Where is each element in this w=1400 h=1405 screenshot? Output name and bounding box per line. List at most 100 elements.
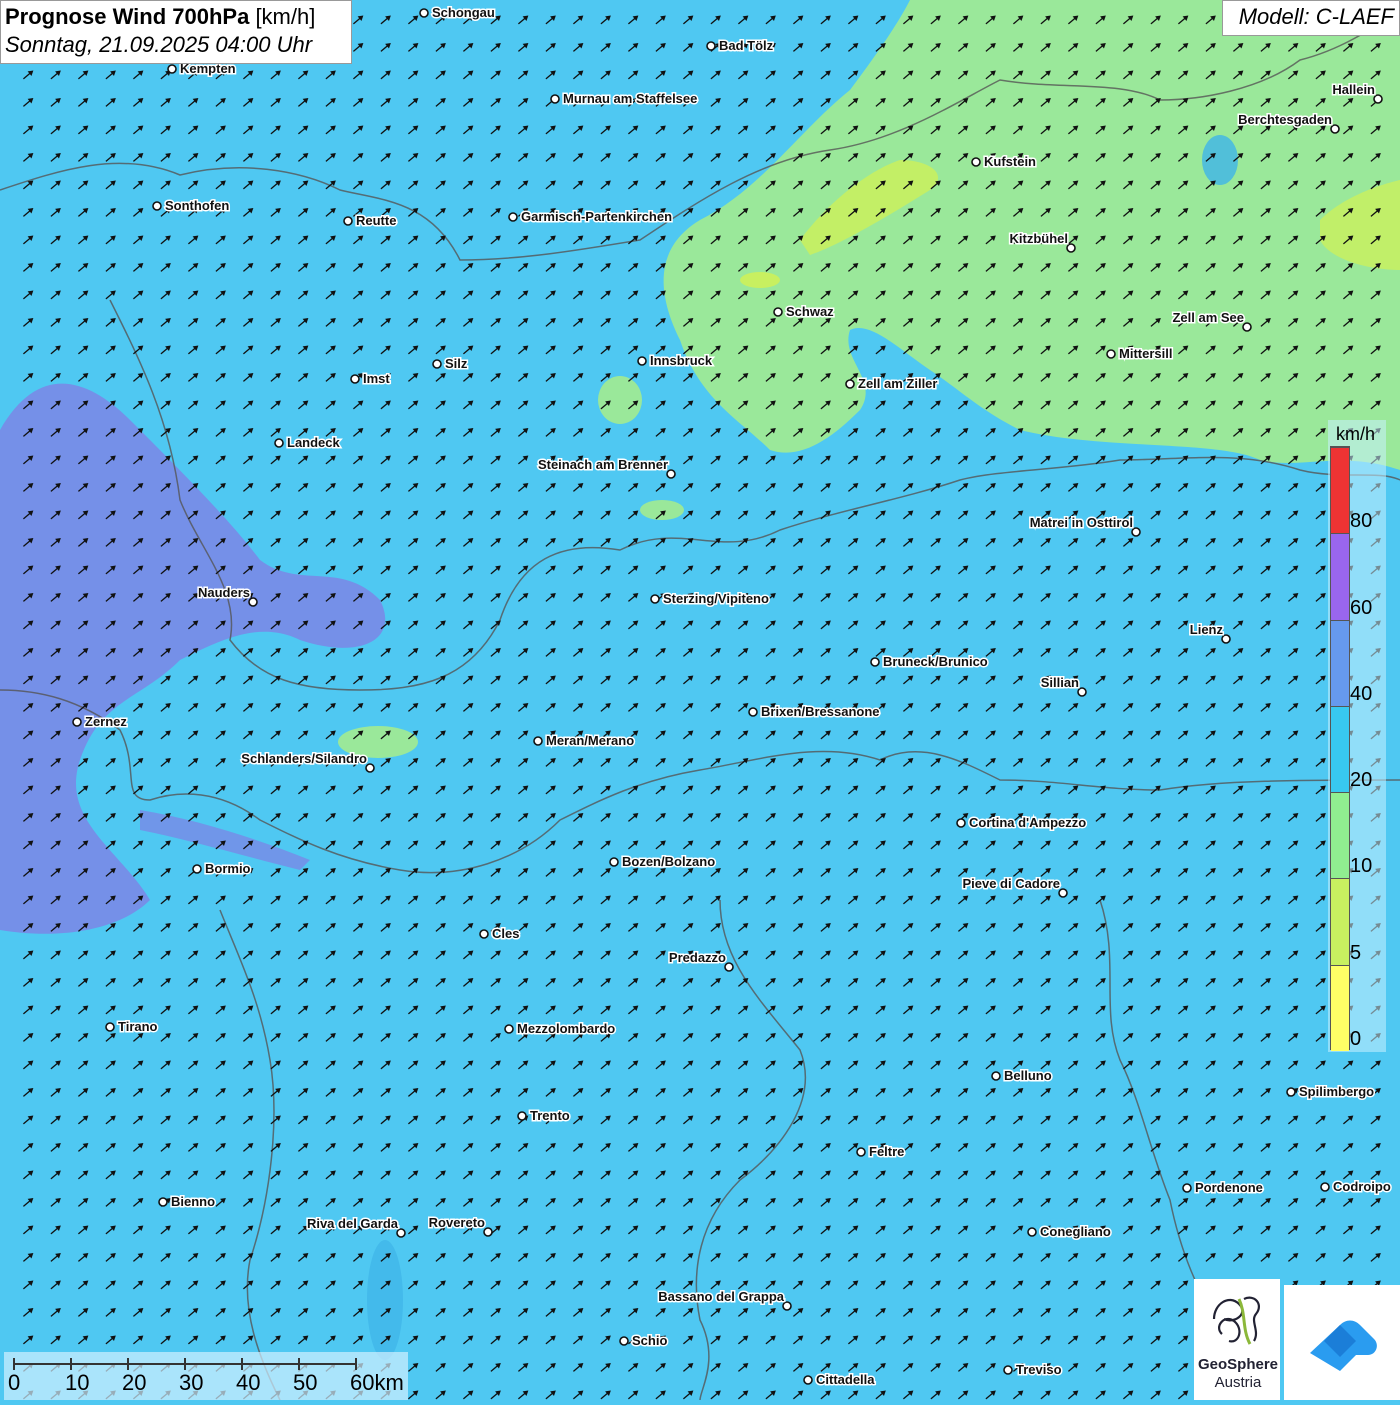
place-label: Conegliano (1040, 1224, 1111, 1239)
place-marker[interactable]: Conegliano (1028, 1224, 1111, 1239)
place-dot (275, 439, 283, 447)
place-label: Schwaz (786, 304, 834, 319)
place-dot (1132, 528, 1140, 536)
scale-label: 50 (293, 1370, 317, 1396)
place-dot (957, 819, 965, 827)
place-dot (749, 708, 757, 716)
legend-tick-label: 20 (1350, 769, 1372, 792)
place-dot (505, 1025, 513, 1033)
legend-color-bar (1330, 446, 1350, 1050)
legend-tick-label: 10 (1350, 855, 1372, 878)
place-marker[interactable]: Sonthofen (153, 198, 229, 213)
place-label: Treviso (1016, 1362, 1062, 1377)
scale-label: 40 (236, 1370, 260, 1396)
place-label: Landeck (287, 435, 341, 450)
place-dot (1067, 244, 1075, 252)
geosphere-logo-icon (1194, 1279, 1280, 1359)
place-label: Murnau am Staffelsee (563, 91, 697, 106)
place-marker[interactable]: Garmisch-Partenkirchen (509, 209, 672, 224)
map-datetime: Sonntag, 21.09.2025 04:00 Uhr (5, 31, 347, 59)
place-label: Bozen/Bolzano (622, 854, 715, 869)
place-label: Meran/Merano (546, 733, 634, 748)
place-marker[interactable]: Innsbruck (638, 353, 713, 368)
place-marker[interactable]: Bruneck/Brunico (871, 654, 988, 669)
place-label: Brixen/Bressanone (761, 704, 880, 719)
place-dot (871, 658, 879, 666)
place-label: Sterzing/Vipiteno (663, 591, 769, 606)
place-label: Imst (363, 371, 390, 386)
place-label: Schio (632, 1333, 667, 1348)
place-marker[interactable]: Cortina d'Ampezzo (957, 815, 1086, 830)
place-label: Spilimbergo (1299, 1084, 1374, 1099)
geosphere-logo-text: GeoSphere (1196, 1356, 1280, 1373)
place-dot (972, 158, 980, 166)
place-dot (1321, 1183, 1329, 1191)
place-label: Kufstein (984, 154, 1036, 169)
place-dot (1078, 688, 1086, 696)
legend-color-segment (1331, 447, 1349, 533)
scale-label: 60km (350, 1370, 404, 1396)
place-marker[interactable]: Sterzing/Vipiteno (651, 591, 769, 606)
place-label: Matrei in Osttirol (1030, 515, 1133, 530)
place-marker[interactable]: Spilimbergo (1287, 1084, 1374, 1099)
place-dot (1059, 889, 1067, 897)
legend-unit: km/h (1336, 424, 1375, 445)
place-dot (193, 865, 201, 873)
wind-zone-green-patch-1 (598, 376, 642, 424)
place-dot (159, 1198, 167, 1206)
place-label: Zernez (85, 714, 127, 729)
legend-tick-label: 5 (1350, 942, 1361, 965)
wind-map[interactable]: SchongauBad TölzKemptenMurnau am Staffel… (0, 0, 1400, 1400)
place-label: Schongau (432, 5, 495, 20)
place-label: Belluno (1004, 1068, 1052, 1083)
place-dot (420, 9, 428, 17)
place-marker[interactable]: Bozen/Bolzano (610, 854, 715, 869)
weather-app-logo[interactable] (1284, 1285, 1400, 1400)
place-dot (1107, 350, 1115, 358)
place-marker[interactable]: Meran/Merano (534, 733, 634, 748)
place-dot (351, 375, 359, 383)
scale-label: 20 (122, 1370, 146, 1396)
place-label: Hallein (1332, 82, 1375, 97)
legend-color-segment (1331, 878, 1349, 964)
legend-tick-label: 40 (1350, 683, 1372, 706)
legend-tick-label: 60 (1350, 597, 1372, 620)
place-label: Trento (530, 1108, 570, 1123)
place-label: Codroipo (1333, 1179, 1391, 1194)
place-dot (667, 470, 675, 478)
place-dot (1243, 323, 1251, 331)
place-label: Bad Tölz (719, 38, 774, 53)
place-label: Mittersill (1119, 346, 1172, 361)
place-label: Innsbruck (650, 353, 713, 368)
place-marker[interactable]: Murnau am Staffelsee (551, 91, 697, 106)
place-marker[interactable]: Pordenone (1183, 1180, 1263, 1195)
place-label: Sonthofen (165, 198, 229, 213)
legend-tick-label: 0 (1350, 1028, 1361, 1051)
place-label: Feltre (869, 1144, 904, 1159)
legend-color-segment (1331, 533, 1349, 619)
legend-color-segment (1331, 792, 1349, 878)
place-dot (725, 963, 733, 971)
scale-label: 30 (179, 1370, 203, 1396)
place-dot (1028, 1228, 1036, 1236)
place-dot (707, 42, 715, 50)
place-dot (344, 217, 352, 225)
place-label: Mezzolombardo (517, 1021, 615, 1036)
place-marker[interactable]: Zell am Ziller (846, 376, 937, 391)
place-label: Cles (492, 926, 519, 941)
place-dot (484, 1228, 492, 1236)
place-dot (106, 1023, 114, 1031)
place-dot (366, 764, 374, 772)
place-dot (249, 598, 257, 606)
place-label: Garmisch-Partenkirchen (521, 209, 672, 224)
map-title-box: Prognose Wind 700hPa [km/h] Sonntag, 21.… (0, 0, 352, 64)
place-marker[interactable]: Mezzolombardo (505, 1021, 615, 1036)
place-dot (638, 357, 646, 365)
place-marker[interactable]: Schongau (420, 5, 495, 20)
place-label: Rovereto (429, 1215, 485, 1230)
place-label: Zell am Ziller (858, 376, 937, 391)
place-label: Cittadella (816, 1372, 875, 1387)
place-dot (534, 737, 542, 745)
place-label: Bruneck/Brunico (883, 654, 988, 669)
place-marker[interactable]: Brixen/Bressanone (749, 704, 880, 719)
